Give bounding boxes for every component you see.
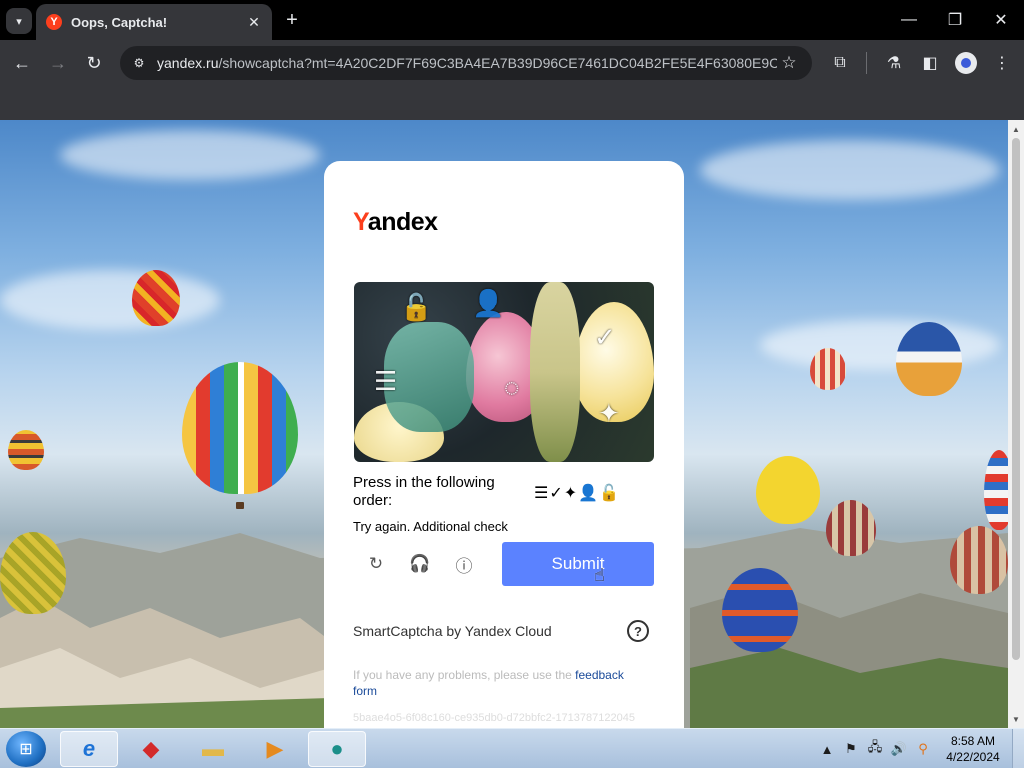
clock-time: 8:58 AM <box>950 734 996 748</box>
new-tab-icon[interactable]: + <box>280 8 304 32</box>
info-icon[interactable]: ⓘ <box>451 551 477 577</box>
logo-letter-y: Y <box>353 208 368 236</box>
hot-air-balloon <box>950 526 1008 594</box>
captcha-image[interactable]: 🔓 👤 ✓ ☰ ◌ ✦ <box>354 282 654 462</box>
hot-air-balloon <box>896 322 962 396</box>
tab-strip: ▾ Y Oops, Captcha! ✕ + — ❐ ✕ <box>0 0 1024 40</box>
network-icon[interactable]: 🖧 <box>866 739 884 758</box>
scroll-thumb[interactable] <box>1012 138 1020 660</box>
hot-air-balloon <box>8 430 44 470</box>
page-scrollbar[interactable]: ▲ ▼ <box>1008 120 1024 728</box>
hot-air-balloon <box>0 532 66 614</box>
hot-air-balloon <box>984 450 1008 530</box>
show-desktop-button[interactable] <box>1012 729 1024 768</box>
tab-active[interactable]: Y Oops, Captcha! ✕ <box>36 4 272 40</box>
hot-air-balloon <box>182 362 298 494</box>
submit-button[interactable]: Submit <box>502 542 654 586</box>
yandex-logo: Yandex <box>353 208 438 237</box>
scroll-up-icon[interactable]: ▲ <box>1008 122 1024 136</box>
browser-toolbar: ← → ↻ ⚙ yandex.ru/showcaptcha?mt=4A20C2D… <box>0 40 1024 86</box>
url-path: /showcaptcha?mt=4A20C2DF7F69C3BA4EA7B39D… <box>218 55 777 71</box>
balloon-basket <box>236 502 244 509</box>
media-player-icon[interactable]: ▶ <box>246 731 304 767</box>
logo-rest: andex <box>367 208 438 236</box>
menu-kebab-icon[interactable]: ⋮ <box>990 51 1014 75</box>
volume-icon[interactable]: 🔊 <box>890 740 908 758</box>
captcha-token: 5baae4o5-6f08c160-ce935db0-d72bbfc2-1713… <box>353 712 635 724</box>
cloud <box>0 270 220 330</box>
scroll-down-icon[interactable]: ▼ <box>1008 712 1024 726</box>
url-host: yandex.ru <box>157 55 219 71</box>
toolbar-divider <box>866 52 867 74</box>
forward-icon[interactable]: → <box>45 50 71 76</box>
problems-text: If you have any problems, please use the <box>353 668 576 682</box>
captcha-card: Yandex 🔓 👤 ✓ ☰ ◌ ✦ Press in the followin… <box>324 161 684 728</box>
taskbar-clock[interactable]: 8:58 AM 4/22/2024 <box>940 733 1006 765</box>
address-bar[interactable]: ⚙ yandex.ru/showcaptcha?mt=4A20C2DF7F69C… <box>120 46 812 80</box>
reload-icon[interactable]: ↻ <box>81 50 107 76</box>
tab-search-icon[interactable]: ▾ <box>6 8 32 34</box>
search-tray-icon[interactable]: ⚲ <box>914 740 932 758</box>
labs-flask-icon[interactable]: ⚗ <box>882 51 906 75</box>
start-button-icon[interactable]: ⊞ <box>6 731 46 767</box>
hot-air-balloon <box>132 270 180 326</box>
minimize-icon[interactable]: — <box>894 6 924 34</box>
hand-cursor-icon: ☝ <box>594 565 605 585</box>
captcha-instruction: Press in the following order: <box>353 474 495 509</box>
smartcaptcha-brand: SmartCaptcha by Yandex Cloud <box>353 623 552 639</box>
internet-explorer-icon[interactable]: e <box>60 731 118 767</box>
side-panel-icon[interactable]: ◧ <box>918 51 942 75</box>
captcha-glyph-star-icon: ✦ <box>598 398 620 428</box>
wheat-stalk <box>530 282 580 462</box>
tab-title: Oops, Captcha! <box>71 14 168 30</box>
captcha-glyph-lock-icon: 🔓 <box>400 292 433 322</box>
captcha-glyph-circle-icon: ◌ <box>504 372 520 402</box>
refresh-icon[interactable]: ↻ <box>363 551 389 577</box>
close-window-icon[interactable]: ✕ <box>986 6 1016 34</box>
tray-overflow-icon[interactable]: ▲ <box>818 740 836 758</box>
problems-note: If you have any problems, please use the… <box>353 667 643 699</box>
app-red-box-icon[interactable]: ◆ <box>122 731 180 767</box>
browser-app-icon[interactable]: ● <box>308 731 366 767</box>
hot-air-balloon <box>826 500 876 556</box>
hot-air-balloon <box>756 456 820 524</box>
yandex-favicon-icon: Y <box>46 14 62 30</box>
profile-avatar-icon[interactable] <box>955 52 977 74</box>
hot-air-balloon <box>810 348 846 390</box>
captcha-glyph-check-icon: ✓ <box>594 322 616 352</box>
extensions-icon[interactable]: ⧉ <box>828 51 852 75</box>
restore-icon[interactable]: ❐ <box>940 6 970 34</box>
headphones-icon[interactable]: 🎧 <box>407 551 433 577</box>
cloud <box>60 130 320 180</box>
clock-date: 4/22/2024 <box>946 750 1000 764</box>
back-icon[interactable]: ← <box>9 50 35 76</box>
file-explorer-icon[interactable]: ▬ <box>184 731 242 767</box>
order-symbols: ☰✓✦👤🔓 <box>534 485 620 502</box>
tab-close-icon[interactable]: ✕ <box>246 14 262 30</box>
help-icon[interactable]: ? <box>627 620 649 642</box>
captcha-glyph-person-icon: 👤 <box>472 288 505 318</box>
site-settings-icon[interactable]: ⚙ <box>130 54 148 72</box>
cloud <box>700 140 1000 200</box>
windows-taskbar: ⊞ e ◆ ▬ ▶ ● ▲ ⚑ 🖧 🔊 ⚲ 8:58 AM 4/22/2024 <box>0 728 1024 768</box>
page-background: Yandex 🔓 👤 ✓ ☰ ◌ ✦ Press in the followin… <box>0 120 1008 728</box>
bookmark-star-icon[interactable]: ☆ <box>778 52 800 74</box>
action-center-flag-icon[interactable]: ⚑ <box>842 740 860 758</box>
bookmark-bar <box>0 86 1024 120</box>
captcha-glyph-lines-icon: ☰ <box>374 366 398 396</box>
url-text[interactable]: yandex.ru/showcaptcha?mt=4A20C2DF7F69C3B… <box>157 55 777 71</box>
retry-message: Try again. Additional check <box>353 519 508 534</box>
cloud <box>760 320 1000 370</box>
green-leaves <box>384 322 474 432</box>
hot-air-balloon <box>722 568 798 652</box>
